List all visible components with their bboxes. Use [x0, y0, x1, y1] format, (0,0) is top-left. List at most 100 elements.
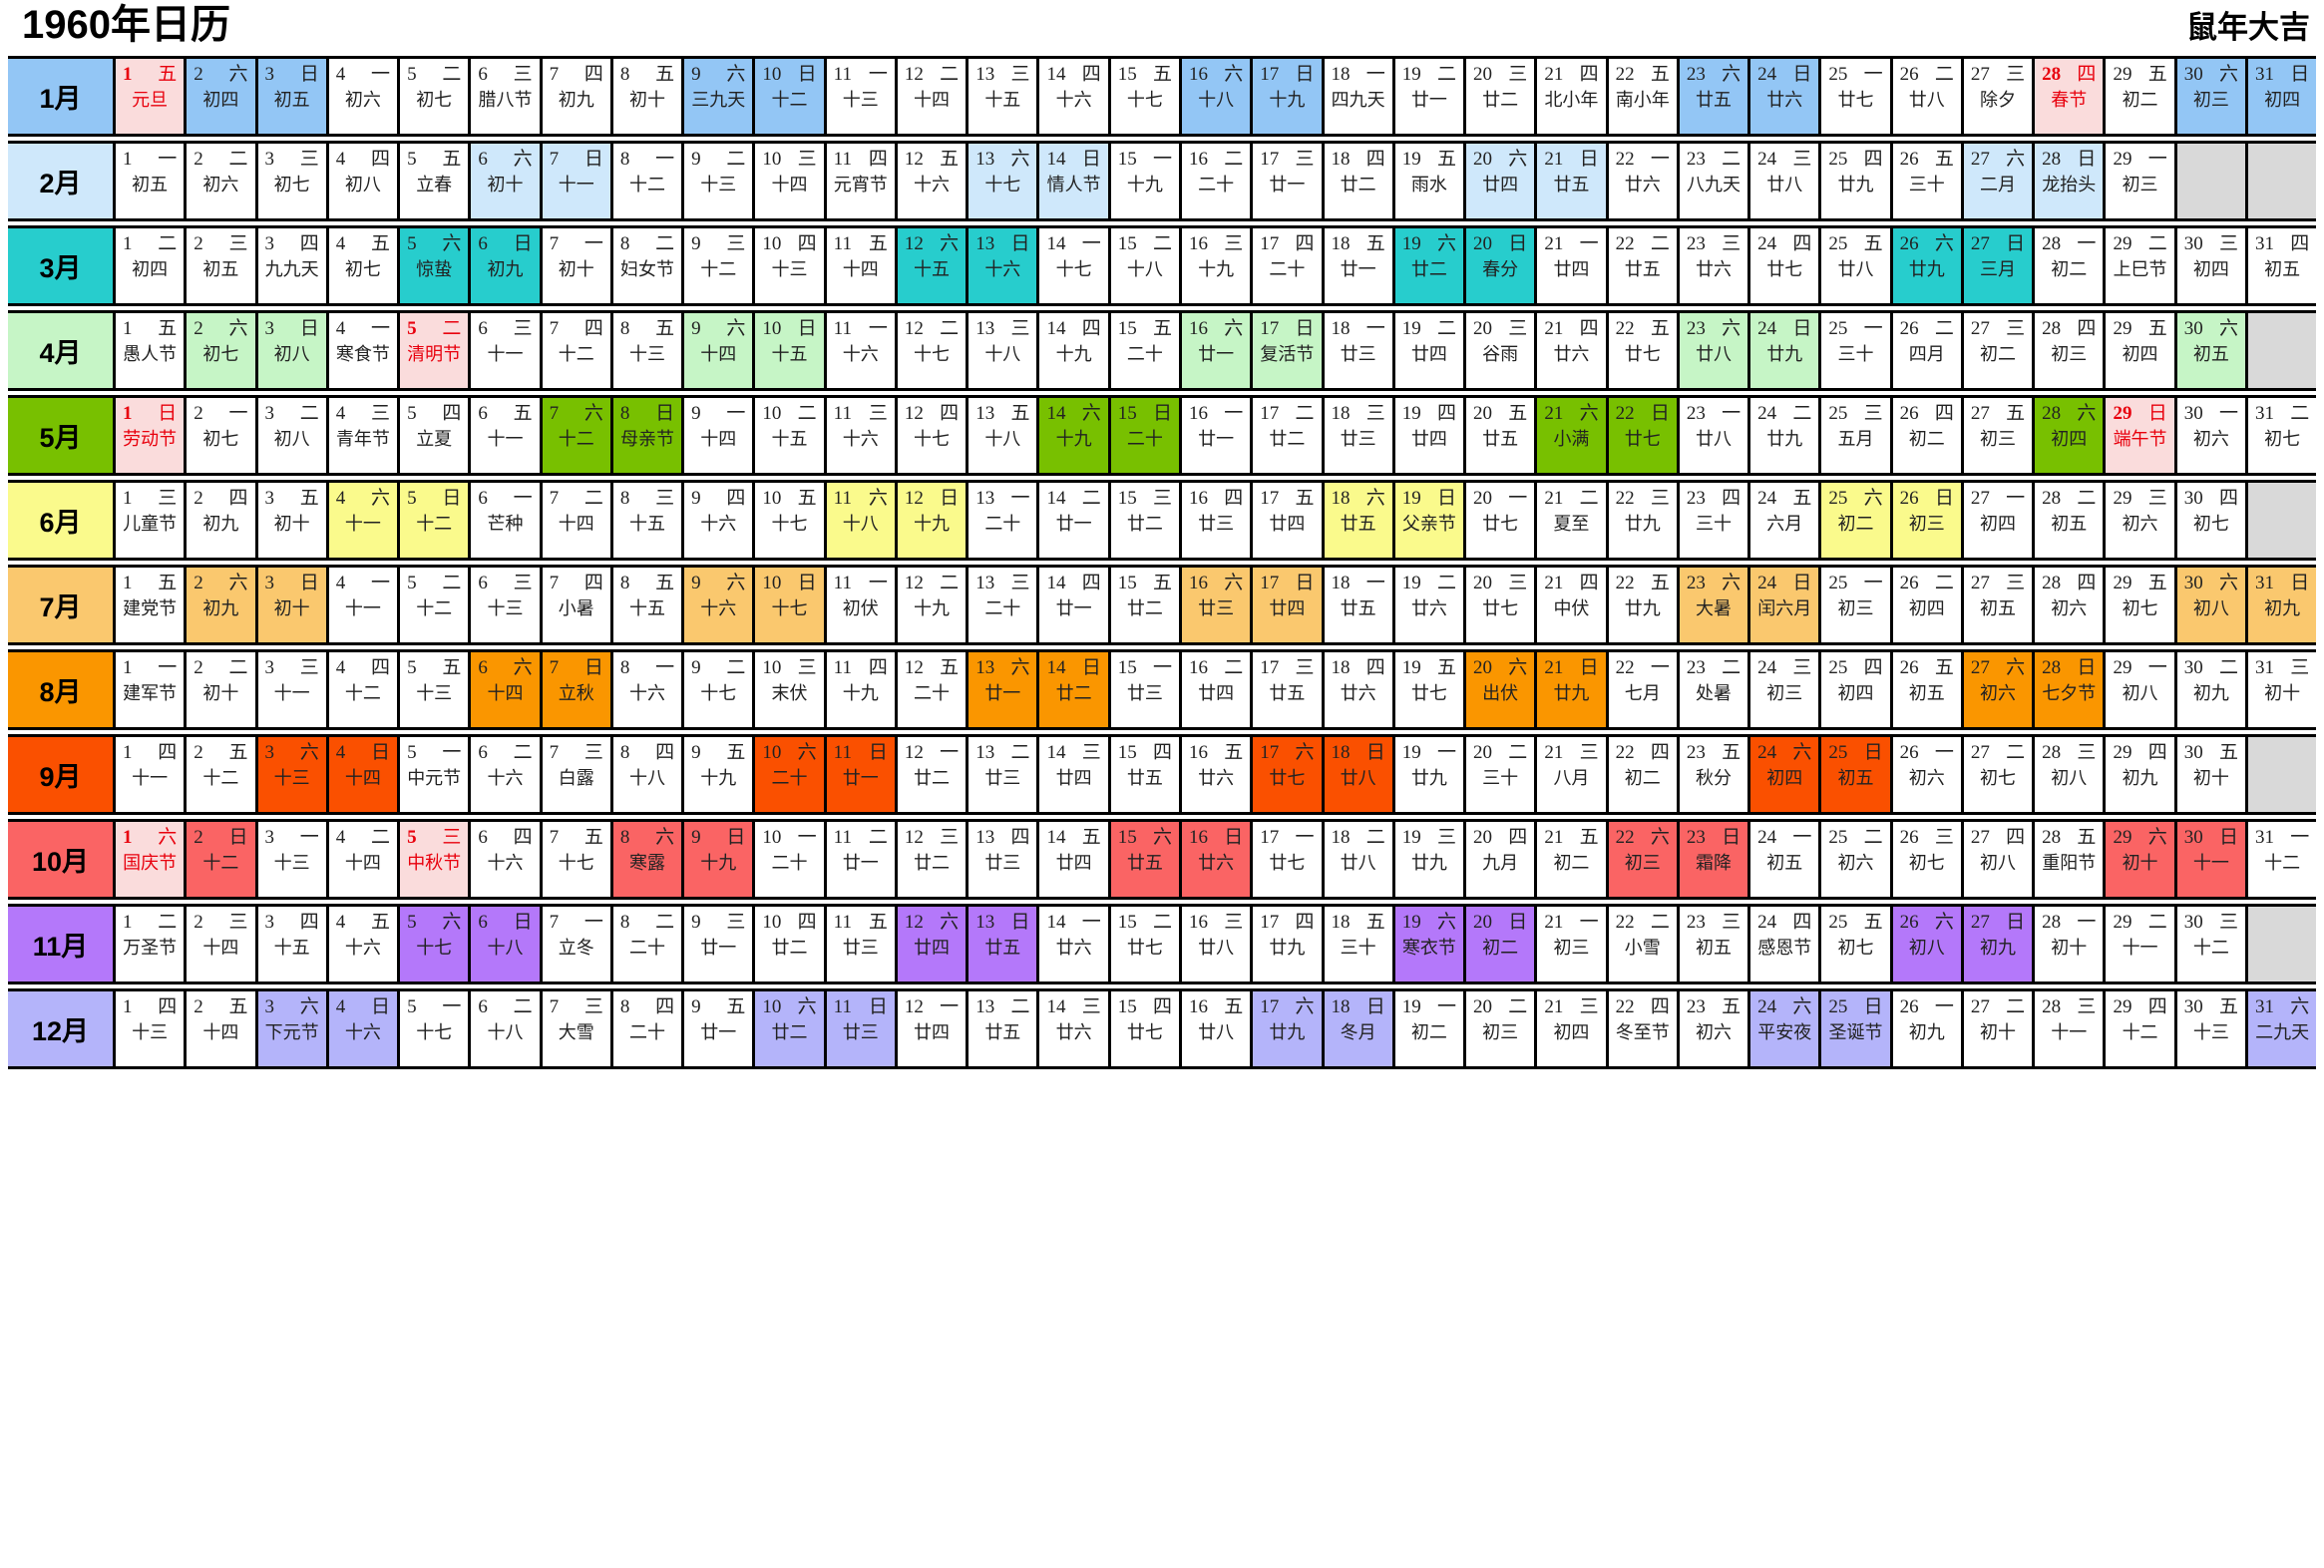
day-cell[interactable]: 24 六平安夜	[1750, 991, 1822, 1066]
day-cell[interactable]: 19 二廿四	[1394, 313, 1467, 388]
day-cell[interactable]: 31 日初九	[2247, 568, 2317, 642]
day-cell[interactable]: 30 六初五	[2176, 313, 2248, 388]
day-cell[interactable]: 8 六寒露	[612, 822, 685, 897]
day-cell[interactable]: 22 六初三	[1608, 822, 1680, 897]
day-cell[interactable]: 12 一廿二	[897, 737, 969, 812]
day-cell[interactable]: 3 二初八	[257, 398, 329, 473]
day-cell[interactable]: 17 五廿四	[1253, 483, 1325, 558]
day-cell[interactable]: 1 四十三	[116, 991, 188, 1066]
day-cell[interactable]: 29 一初三	[2106, 144, 2177, 218]
day-cell[interactable]: 28 三十一	[2035, 991, 2107, 1066]
day-cell[interactable]: 20 日初二	[1466, 907, 1538, 981]
day-cell[interactable]: 15 五廿二	[1110, 568, 1182, 642]
day-cell[interactable]: 31 二初七	[2247, 398, 2317, 473]
day-cell[interactable]: 1 四十一	[116, 737, 188, 812]
day-cell[interactable]: 27 六初六	[1963, 652, 2036, 727]
day-cell[interactable]: 27 一初四	[1963, 483, 2036, 558]
day-cell[interactable]: 4 日十六	[328, 991, 401, 1066]
day-cell[interactable]: 13 三十五	[968, 59, 1040, 134]
day-cell[interactable]: 14 五廿四	[1039, 822, 1111, 897]
day-cell[interactable]: 15 五十七	[1110, 59, 1182, 134]
day-cell[interactable]: 16 一廿一	[1181, 398, 1254, 473]
day-cell[interactable]: 10 三十四	[755, 144, 827, 218]
day-cell[interactable]: 24 四感恩节	[1750, 907, 1822, 981]
day-cell[interactable]: 16 三十九	[1181, 228, 1254, 303]
day-cell[interactable]: 18 日廿八	[1324, 737, 1395, 812]
day-cell[interactable]: 31 四初五	[2247, 228, 2317, 303]
day-cell[interactable]: 31 六二九天	[2247, 991, 2317, 1066]
day-cell[interactable]: 2 六初四	[187, 59, 258, 134]
day-cell[interactable]: 23 六大暑	[1679, 568, 1751, 642]
day-cell[interactable]: 23 五初六	[1679, 991, 1751, 1066]
day-cell[interactable]: 14 一廿六	[1039, 907, 1111, 981]
day-cell[interactable]: 23 三初五	[1679, 907, 1751, 981]
day-cell[interactable]: 4 四十二	[328, 652, 401, 727]
day-cell[interactable]: 20 日春分	[1466, 228, 1538, 303]
day-cell[interactable]: 26 三初七	[1892, 822, 1964, 897]
day-cell[interactable]: 22 三廿九	[1608, 483, 1680, 558]
day-cell[interactable]: 11 四十九	[826, 652, 898, 727]
day-cell[interactable]: 6 三十一	[471, 313, 543, 388]
day-cell[interactable]: 22 一七月	[1608, 652, 1680, 727]
day-cell[interactable]: 27 五初三	[1963, 398, 2036, 473]
day-cell[interactable]: 2 六初七	[187, 313, 258, 388]
day-cell[interactable]: 16 日廿六	[1181, 822, 1254, 897]
day-cell[interactable]: 22 五南小年	[1608, 59, 1680, 134]
day-cell[interactable]: 27 四初八	[1963, 822, 2036, 897]
day-cell[interactable]: 26 六初八	[1892, 907, 1964, 981]
day-cell[interactable]: 30 六初八	[2176, 568, 2248, 642]
day-cell[interactable]: 4 四初八	[328, 144, 401, 218]
day-cell[interactable]: 29 二上巳节	[2106, 228, 2177, 303]
day-cell[interactable]: 9 二十三	[684, 144, 756, 218]
day-cell[interactable]: 8 四二十	[612, 991, 685, 1066]
day-cell[interactable]: 7 一立冬	[542, 907, 613, 981]
day-cell[interactable]: 27 日三月	[1963, 228, 2036, 303]
day-cell[interactable]: 5 三中秋节	[400, 822, 472, 897]
day-cell[interactable]: 17 三廿五	[1253, 652, 1325, 727]
day-cell[interactable]: 15 二十八	[1110, 228, 1182, 303]
day-cell[interactable]: 6 三十三	[471, 568, 543, 642]
day-cell[interactable]: 4 六十一	[328, 483, 401, 558]
day-cell[interactable]: 5 日十二	[400, 483, 472, 558]
day-cell[interactable]: 29 五初七	[2106, 568, 2177, 642]
day-cell[interactable]: 28 四初三	[2035, 313, 2107, 388]
day-cell[interactable]: 14 六十九	[1039, 398, 1111, 473]
day-cell[interactable]: 13 一二十	[968, 483, 1040, 558]
day-cell[interactable]: 10 三末伏	[755, 652, 827, 727]
day-cell[interactable]: 6 日十八	[471, 907, 543, 981]
day-cell[interactable]: 11 六十八	[826, 483, 898, 558]
day-cell[interactable]: 28 一初十	[2035, 907, 2107, 981]
day-cell[interactable]: 17 四二十	[1253, 228, 1325, 303]
day-cell[interactable]: 24 日闰六月	[1750, 568, 1822, 642]
day-cell[interactable]: 7 四十二	[542, 313, 613, 388]
day-cell[interactable]: 1 三儿童节	[116, 483, 188, 558]
day-cell[interactable]: 27 三初二	[1963, 313, 2036, 388]
day-cell[interactable]: 15 六廿五	[1110, 822, 1182, 897]
day-cell[interactable]: 28 四初六	[2035, 568, 2107, 642]
day-cell[interactable]: 22 五廿九	[1608, 568, 1680, 642]
day-cell[interactable]: 3 五初十	[257, 483, 329, 558]
month-label[interactable]: 8月	[8, 652, 116, 727]
month-label[interactable]: 3月	[8, 228, 116, 303]
day-cell[interactable]: 9 六十六	[684, 568, 756, 642]
day-cell[interactable]: 9 一十四	[684, 398, 756, 473]
day-cell[interactable]: 13 五十八	[968, 398, 1040, 473]
day-cell[interactable]: 20 一廿七	[1466, 483, 1538, 558]
day-cell[interactable]: 18 五三十	[1324, 907, 1395, 981]
day-cell[interactable]: 27 二初七	[1963, 737, 2036, 812]
day-cell[interactable]: 26 五初五	[1892, 652, 1964, 727]
day-cell[interactable]: 20 二三十	[1466, 737, 1538, 812]
day-cell[interactable]: 15 二廿七	[1110, 907, 1182, 981]
day-cell[interactable]: 13 二廿三	[968, 737, 1040, 812]
day-cell[interactable]: 11 四元宵节	[826, 144, 898, 218]
day-cell[interactable]: 4 日十四	[328, 737, 401, 812]
day-cell[interactable]: 9 五十九	[684, 737, 756, 812]
day-cell[interactable]: 18 一廿五	[1324, 568, 1395, 642]
month-label[interactable]: 11月	[8, 907, 116, 981]
day-cell[interactable]: 30 日十一	[2176, 822, 2248, 897]
day-cell[interactable]: 15 三廿二	[1110, 483, 1182, 558]
day-cell[interactable]: 9 三廿一	[684, 907, 756, 981]
day-cell[interactable]: 29 日端午节	[2106, 398, 2177, 473]
day-cell[interactable]: 25 一廿七	[1821, 59, 1893, 134]
day-cell[interactable]: 28 四春节	[2035, 59, 2107, 134]
